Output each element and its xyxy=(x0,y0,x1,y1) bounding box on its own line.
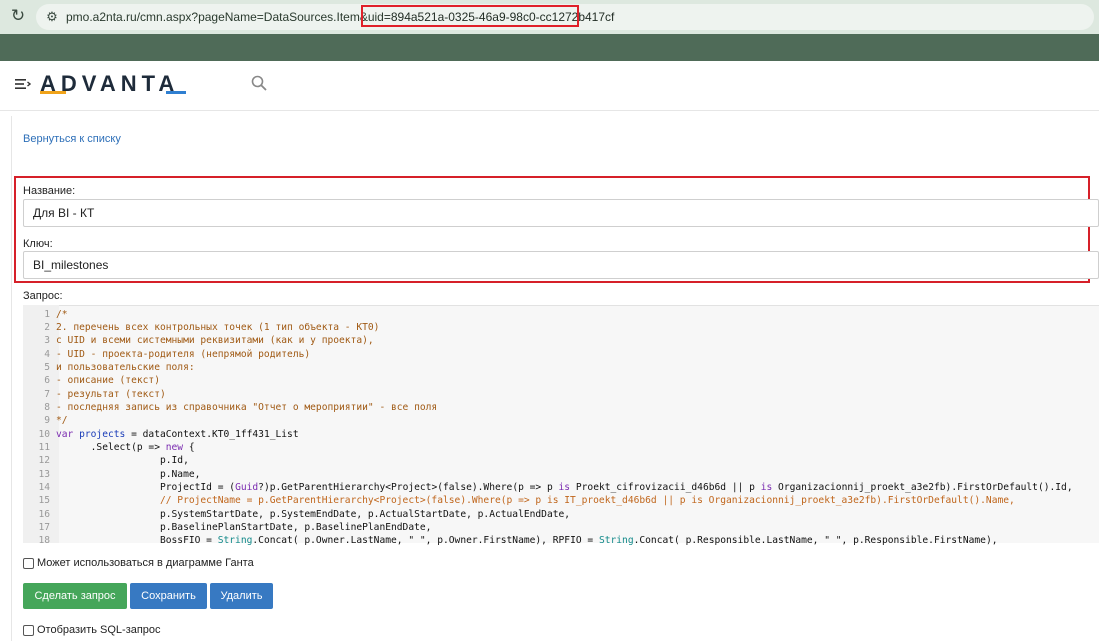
code-line[interactable]: 15 // ProjectName = p.GetParentHierarchy… xyxy=(23,494,1099,507)
query-label: Запрос: xyxy=(23,290,63,302)
code-token: projects xyxy=(79,428,126,440)
code-token: с UID и всеми системными реквизитами (ка… xyxy=(56,335,374,347)
key-label: Ключ: xyxy=(23,238,53,250)
line-number: 3 xyxy=(44,335,50,347)
code-line[interactable]: 2 2. перечень всех контрольных точек (1 т… xyxy=(23,321,1099,334)
code-token: var xyxy=(56,428,80,440)
code-line[interactable]: 10 var projects = dataContext.KT0_1ff431_… xyxy=(23,428,1099,441)
code-line[interactable]: 6 - описание (текст) xyxy=(23,374,1099,387)
code-token: String xyxy=(598,535,634,547)
code-line[interactable]: 4 - UID - проекта-родителя (непрямой роди… xyxy=(23,348,1099,361)
name-label: Название: xyxy=(23,185,76,197)
code-token: - UID - проекта-родителя (непрямой родит… xyxy=(56,348,311,360)
code-token: Organizacionnij_proekt_a3e2fb).FirstOrDe… xyxy=(772,482,1073,494)
gantt-checkbox[interactable] xyxy=(23,557,34,569)
code-token: p.SystemStartDate, p.SystemEndDate, p.Ac… xyxy=(56,508,571,520)
line-number: 18 xyxy=(38,535,50,547)
code-token: - описание (текст) xyxy=(56,375,160,387)
line-number: 9 xyxy=(44,415,50,427)
code-token: is xyxy=(558,482,571,494)
code-token: - последняя запись из справочника "Отчет… xyxy=(56,401,438,413)
line-number: 5 xyxy=(44,361,50,373)
code-token: ?)p.GetParentHierarchy<Project>(false).W… xyxy=(258,482,559,494)
code-token: BossFIO = xyxy=(56,535,218,547)
line-number: 12 xyxy=(38,455,50,467)
code-line[interactable]: 14 ProjectId = (Guid?)p.GetParentHierarc… xyxy=(23,481,1099,494)
line-number: 14 xyxy=(38,482,50,494)
menu-icon[interactable] xyxy=(15,77,31,91)
code-line[interactable]: 11 .Select(p => new { xyxy=(23,441,1099,454)
code-line[interactable]: 9 */ xyxy=(23,414,1099,427)
code-token: и пользовательские поля: xyxy=(56,361,195,373)
code-token: Proekt_cifrovizacii_d46b6d || p xyxy=(570,482,761,494)
line-number: 8 xyxy=(44,401,50,413)
code-line[interactable]: 12 p.Id, xyxy=(23,454,1099,467)
site-settings-icon[interactable]: ⚙ xyxy=(44,9,60,25)
code-token: .Select(p => xyxy=(56,442,166,453)
line-number: 4 xyxy=(44,348,50,360)
code-token: 2. перечень всех контрольных точек (1 ти… xyxy=(56,321,380,333)
code-token: p.BaselinePlanStartDate, p.BaselinePlanE… xyxy=(56,522,432,534)
code-token: p.Name, xyxy=(56,468,201,480)
line-number: 7 xyxy=(44,388,50,400)
line-number: 11 xyxy=(38,442,50,453)
line-number: 1 xyxy=(44,308,50,320)
line-number: 15 xyxy=(38,495,50,507)
save-button[interactable]: Сохранить xyxy=(130,583,207,609)
delete-button[interactable]: Удалить xyxy=(210,583,273,609)
key-input[interactable]: BI_milestones xyxy=(23,251,1099,279)
code-line[interactable]: 17 p.BaselinePlanStartDate, p.BaselinePl… xyxy=(23,521,1099,534)
code-token: p.Id, xyxy=(56,455,189,467)
code-token: .Concat( p.Responsible.LastName, " ", p.… xyxy=(633,535,998,547)
line-number: 13 xyxy=(38,468,50,480)
code-token: */ xyxy=(56,415,68,427)
logo-accent-stripe xyxy=(40,91,186,94)
code-token: new xyxy=(165,442,184,453)
show-sql-option[interactable]: Отобразить SQL-запрос xyxy=(23,623,161,637)
back-to-list-link[interactable]: Вернуться к списку xyxy=(23,132,121,146)
line-number: 17 xyxy=(38,522,50,534)
make-query-button[interactable]: Сделать запрос xyxy=(23,583,127,609)
code-token: Guid xyxy=(235,482,259,494)
gantt-label: Может использоваться в диаграмме Ганта xyxy=(37,557,254,569)
code-line[interactable]: 7 - результат (текст) xyxy=(23,388,1099,401)
reload-icon[interactable]: ↻ xyxy=(8,6,28,26)
code-token: /* xyxy=(56,308,68,320)
code-line[interactable]: 1 /* xyxy=(23,308,1099,321)
line-number: 10 xyxy=(38,428,50,440)
code-token: { xyxy=(183,442,195,453)
code-token: is xyxy=(760,482,773,494)
url-path: pmo.a2nta.ru/cmn.aspx?pageName=DataSourc… xyxy=(66,10,384,24)
code-token: = dataContext.KT0_1ff431_List xyxy=(125,428,299,440)
uid-highlight-frame xyxy=(361,5,579,27)
gantt-option[interactable]: Может использоваться в диаграмме Ганта xyxy=(23,556,254,570)
name-input[interactable]: Для BI - КТ xyxy=(23,199,1099,227)
show-sql-checkbox[interactable] xyxy=(23,624,34,636)
code-token: - результат (текст) xyxy=(56,388,166,400)
code-token: String xyxy=(217,535,253,547)
code-token: // ProjectName = p.GetParentHierarchy<Pr… xyxy=(56,495,1015,507)
search-icon[interactable] xyxy=(251,75,267,91)
code-token: ProjectId = ( xyxy=(56,482,236,494)
code-line[interactable]: 8 - последняя запись из справочника "Отче… xyxy=(23,401,1099,414)
line-number: 16 xyxy=(38,508,50,520)
code-line[interactable]: 13 p.Name, xyxy=(23,468,1099,481)
code-token: .Concat( p.Owner.LastName, " ", p.Owner.… xyxy=(252,535,599,547)
line-number: 2 xyxy=(44,321,50,333)
show-sql-label: Отобразить SQL-запрос xyxy=(37,624,161,636)
code-line[interactable]: 3 с UID и всеми системными реквизитами (к… xyxy=(23,334,1099,347)
line-number: 6 xyxy=(44,375,50,387)
code-line[interactable]: 5 и пользовательские поля: xyxy=(23,361,1099,374)
code-line[interactable]: 16 p.SystemStartDate, p.SystemEndDate, p… xyxy=(23,508,1099,521)
code-line[interactable]: 18 BossFIO = String.Concat( p.Owner.Last… xyxy=(23,534,1099,547)
